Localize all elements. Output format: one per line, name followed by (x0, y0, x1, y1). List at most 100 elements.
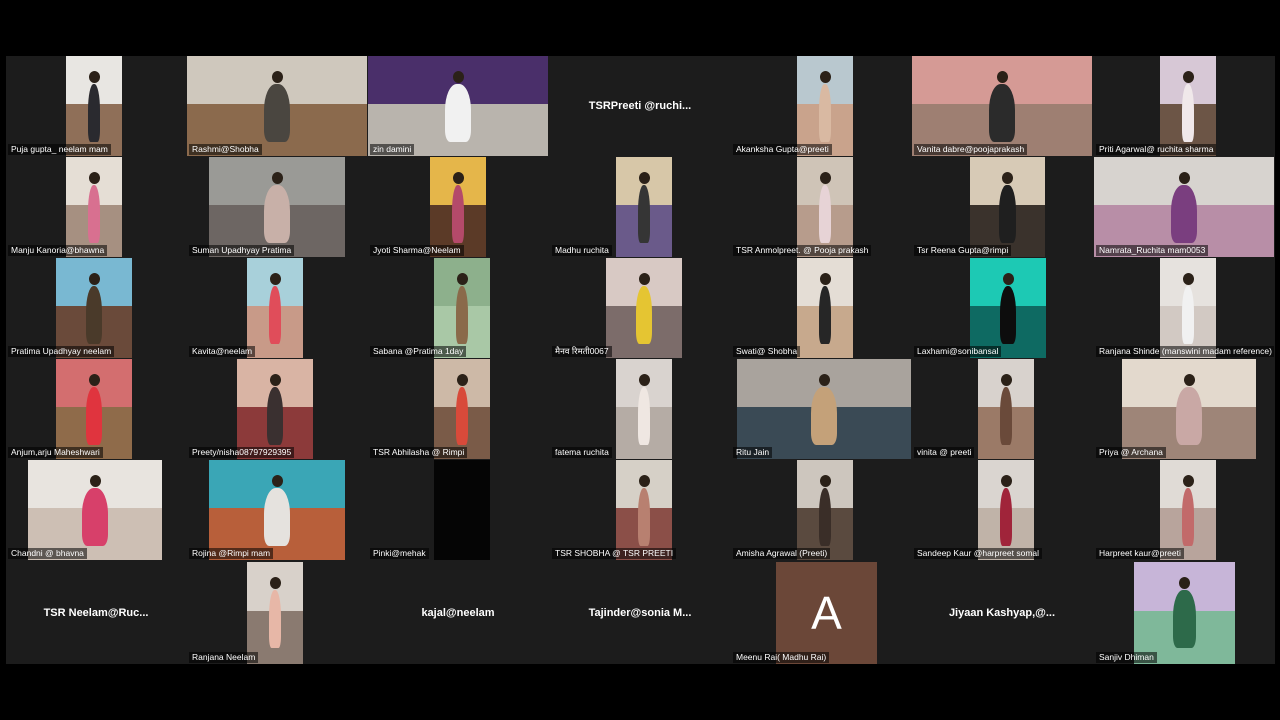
participant-tile[interactable]: Rojina @Rimpi mam (187, 460, 367, 560)
participant-tile[interactable]: Suman Upadhyay Pratima (187, 157, 367, 257)
participant-tile[interactable]: TSR Neelam@Ruc... (6, 562, 186, 664)
participant-tile[interactable]: Laxhami@sonibansal (912, 258, 1092, 358)
participant-tile[interactable]: Priti Agarwal@ ruchita sharma (1094, 56, 1274, 156)
participant-name-label: Madhu ruchita (552, 245, 612, 256)
participant-name-label: Chandni @ bhavna (8, 548, 87, 559)
participant-video (797, 157, 853, 257)
participant-video (616, 157, 672, 257)
participant-tile[interactable]: Rashmi@Shobha (187, 56, 367, 156)
participant-name-label: fatema ruchita (552, 447, 612, 458)
participant-tile[interactable]: Tajinder@sonia M... (550, 562, 730, 664)
participant-video (237, 359, 313, 459)
participant-tile[interactable]: vinita @ preeti (912, 359, 1092, 459)
participant-tile[interactable]: Pratima Upadhyay neelam (6, 258, 186, 358)
participant-video (187, 56, 367, 156)
participant-name-label: TSR Anmolpreet. @ Pooja prakash (733, 245, 872, 256)
participant-name-label: TSR Abhilasha @ Rimpi (370, 447, 468, 458)
participant-tile[interactable]: Vanita dabre@poojaprakash (912, 56, 1092, 156)
participant-name-centered: Jiyaan Kashyap,@... (948, 607, 1056, 619)
participant-tile[interactable]: Chandni @ bhavna (6, 460, 186, 560)
participant-tile[interactable]: Ranjana Neelam (187, 562, 367, 664)
participant-tile[interactable]: TSR Abhilasha @ Rimpi (368, 359, 548, 459)
participant-video (1122, 359, 1256, 459)
participant-video (797, 258, 853, 358)
participant-tile[interactable]: Amisha Agrawal (Preeti) (731, 460, 911, 560)
participant-name-centered: TSRPreeti @ruchi... (588, 100, 692, 112)
participant-tile[interactable]: fatema ruchita (550, 359, 730, 459)
avatar-initial: A (811, 587, 842, 639)
participant-tile[interactable]: zin damini (368, 56, 548, 156)
participant-name-label: zin damini (370, 144, 415, 155)
participant-tile[interactable]: Sabana @Pratima 1day (368, 258, 548, 358)
participant-name-label: Namrata_Ruchita mam0053 (1096, 245, 1209, 256)
participant-tile[interactable]: Ranjana Shinde (manswini madam reference… (1094, 258, 1274, 358)
participant-name-label: Ranjana Neelam (189, 652, 259, 663)
participant-video (1160, 258, 1216, 358)
participant-video (797, 460, 853, 560)
participant-tile[interactable]: Kavita@neelam (187, 258, 367, 358)
participant-tile[interactable]: Puja gupta_ neelam mam (6, 56, 186, 156)
participant-tile[interactable]: मैनव रिमती0067 (550, 258, 730, 358)
participant-name-label: Sandeep Kaur @harpreet somal (914, 548, 1043, 559)
participant-tile[interactable]: TSR Anmolpreet. @ Pooja prakash (731, 157, 911, 257)
participant-name-label: Pratima Upadhyay neelam (8, 346, 115, 357)
participant-name-centered: Tajinder@sonia M... (588, 607, 692, 619)
participant-video (970, 157, 1045, 257)
participant-video (1160, 56, 1216, 156)
participant-video (368, 56, 548, 156)
participant-video (66, 56, 122, 156)
participant-tile[interactable]: Harpreet kaur@preeti (1094, 460, 1274, 560)
participant-video (66, 157, 122, 257)
participant-name-label: Laxhami@sonibansal (914, 346, 1002, 357)
participant-video (430, 157, 486, 257)
participant-tile[interactable]: Swati@ Shobha (731, 258, 911, 358)
participant-tile[interactable]: Tsr Reena Gupta@rimpi (912, 157, 1092, 257)
participant-tile[interactable]: Pinki@mehak (368, 460, 548, 560)
participant-name-label: Ritu Jain (733, 447, 773, 458)
participant-video (247, 258, 303, 358)
participant-video (56, 359, 132, 459)
participant-name-label: Priti Agarwal@ ruchita sharma (1096, 144, 1217, 155)
participant-name-label: Suman Upadhyay Pratima (189, 245, 295, 256)
participant-video (1160, 460, 1216, 560)
participant-video (56, 258, 132, 358)
participant-tile[interactable]: Manju Kanoria@bhawna (6, 157, 186, 257)
participant-video (606, 258, 682, 358)
participant-tile[interactable]: Preety/nisha08797929395 (187, 359, 367, 459)
participant-video (434, 460, 490, 560)
participant-video (28, 460, 162, 560)
participant-tile[interactable]: Jiyaan Kashyap,@... (912, 562, 1092, 664)
participant-video (434, 258, 490, 358)
participant-name-label: Rojina @Rimpi mam (189, 548, 274, 559)
participant-name-label: TSR SHOBHA @ TSR PREETI (552, 548, 677, 559)
participant-name-label: Amisha Agrawal (Preeti) (733, 548, 831, 559)
participant-tile[interactable]: Jyoti Sharma@Neelam (368, 157, 548, 257)
participant-name-label: Akanksha Gupta@preeti (733, 144, 832, 155)
participant-tile[interactable]: Akanksha Gupta@preeti (731, 56, 911, 156)
participant-name-label: Jyoti Sharma@Neelam (370, 245, 464, 256)
participant-name-label: vinita @ preeti (914, 447, 975, 458)
participant-avatar: A (776, 562, 877, 664)
participant-tile[interactable]: Ritu Jain (731, 359, 911, 459)
participant-name-label: Sanjiv Dhiman (1096, 652, 1157, 663)
participant-tile[interactable]: Priya @ Archana (1094, 359, 1274, 459)
participant-video (737, 359, 911, 459)
participant-tile[interactable]: TSRPreeti @ruchi... (550, 56, 730, 156)
participant-video (912, 56, 1092, 156)
participant-tile[interactable]: Sandeep Kaur @harpreet somal (912, 460, 1092, 560)
participant-tile[interactable]: A Meenu Rai( Madhu Rai) (731, 562, 911, 664)
participant-name-label: Harpreet kaur@preeti (1096, 548, 1184, 559)
participant-video (1134, 562, 1235, 664)
participant-name-label: Priya @ Archana (1096, 447, 1166, 458)
participant-tile[interactable]: Anjum,arju Maheshwari (6, 359, 186, 459)
participant-tile[interactable]: Sanjiv Dhiman (1094, 562, 1274, 664)
participant-name-centered: TSR Neelam@Ruc... (43, 607, 149, 619)
participant-tile[interactable]: TSR SHOBHA @ TSR PREETI (550, 460, 730, 560)
participant-tile[interactable]: Madhu ruchita (550, 157, 730, 257)
participant-video (616, 359, 672, 459)
participant-name-label: Puja gupta_ neelam mam (8, 144, 111, 155)
participant-video (797, 56, 853, 156)
participant-name-label: Tsr Reena Gupta@rimpi (914, 245, 1012, 256)
participant-tile[interactable]: Namrata_Ruchita mam0053 (1094, 157, 1274, 257)
participant-tile[interactable]: kajal@neelam (368, 562, 548, 664)
